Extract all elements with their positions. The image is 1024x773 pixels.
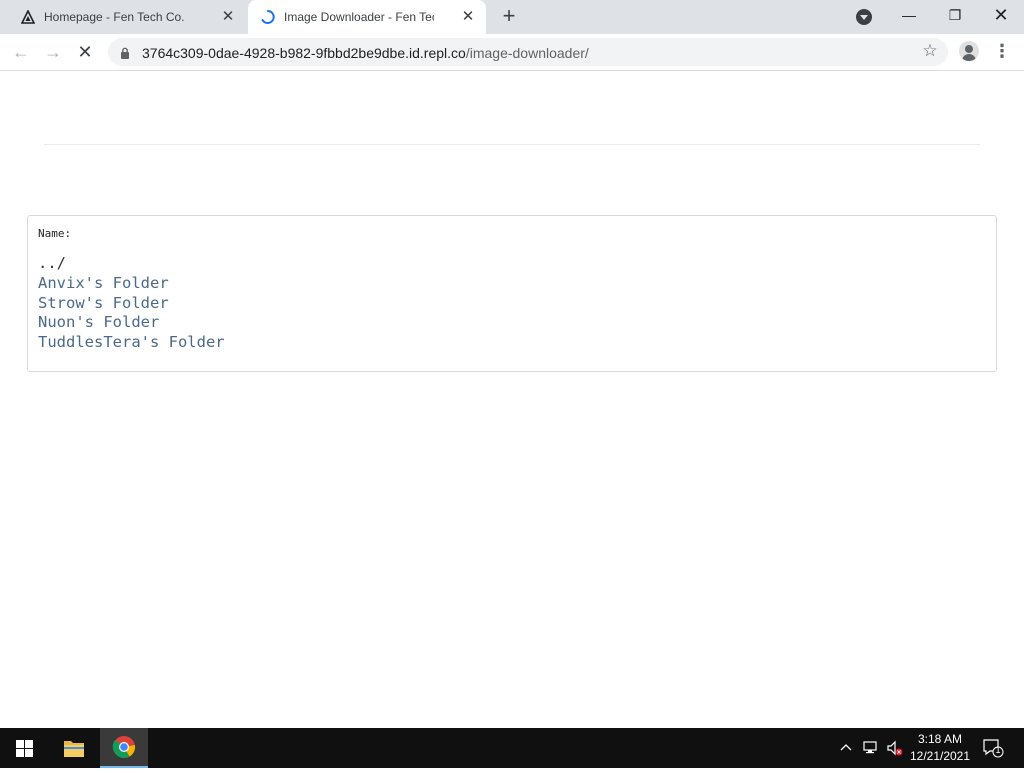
url-host: 3764c309-0dae-4928-b982-9fbbd2be9dbe.id.…: [142, 45, 466, 61]
close-tab-icon[interactable]: ✕: [220, 9, 236, 25]
fen-tech-logo-icon: [20, 9, 36, 25]
directory-listing: Name: ../ Anvix's Folder Strow's Folder …: [27, 215, 997, 372]
tab-image-downloader[interactable]: Image Downloader - Fen Tech Co. ✕: [248, 0, 486, 34]
name-column-header: Name:: [38, 227, 72, 240]
clock-time: 3:18 AM: [917, 732, 963, 746]
back-button[interactable]: ←: [10, 41, 32, 63]
windows-start-icon[interactable]: [0, 728, 48, 768]
address-bar[interactable]: 3764c309-0dae-4928-b982-9fbbd2be9dbe.id.…: [108, 38, 948, 66]
folder-link[interactable]: TuddlesTera's Folder: [38, 333, 225, 353]
windows-taskbar: 3:18 AM 12/21/2021 1: [0, 728, 1024, 768]
tab-homepage[interactable]: Homepage - Fen Tech Co. ✕: [8, 0, 246, 34]
restore-button[interactable]: ❐: [932, 0, 978, 30]
url-text[interactable]: 3764c309-0dae-4928-b982-9fbbd2be9dbe.id.…: [142, 45, 589, 61]
volume-muted-icon[interactable]: [886, 739, 904, 757]
tab-search-icon[interactable]: [856, 9, 872, 25]
folder-link[interactable]: Anvix's Folder: [38, 274, 225, 294]
folder-link[interactable]: Strow's Folder: [38, 294, 225, 314]
close-window-button[interactable]: ✕: [978, 0, 1024, 30]
listing-entries: ../ Anvix's Folder Strow's Folder Nuon's…: [38, 254, 225, 353]
clock-date: 12/21/2021: [909, 749, 971, 763]
tab-title: Homepage - Fen Tech Co.: [44, 10, 185, 24]
system-clock[interactable]: 3:18 AM 12/21/2021: [906, 731, 974, 765]
loading-spinner-icon: [260, 9, 276, 25]
notification-count: 1: [995, 745, 1001, 755]
divider: [44, 144, 980, 145]
browser-menu-icon[interactable]: ⋮: [993, 41, 1011, 61]
action-center-icon[interactable]: 1: [982, 738, 1004, 758]
page-content: Name: ../ Anvix's Folder Strow's Folder …: [0, 72, 1024, 728]
forward-button[interactable]: →: [42, 41, 64, 63]
tab-strip: Homepage - Fen Tech Co. ✕ Image Download…: [0, 0, 1024, 34]
chrome-icon[interactable]: [100, 728, 148, 768]
bookmark-star-icon[interactable]: ☆: [920, 41, 940, 61]
minimize-button[interactable]: —: [886, 0, 932, 30]
browser-toolbar: ← → ✕ 3764c309-0dae-4928-b982-9fbbd2be9d…: [0, 34, 1024, 71]
url-path: /image-downloader/: [465, 45, 589, 61]
show-hidden-icons-chevron-icon[interactable]: [838, 739, 854, 755]
network-icon[interactable]: [862, 739, 880, 757]
new-tab-button[interactable]: +: [498, 5, 520, 28]
profile-avatar-icon[interactable]: [959, 41, 979, 61]
lock-icon[interactable]: [120, 46, 130, 59]
stop-loading-button[interactable]: ✕: [74, 41, 96, 63]
tab-title: Image Downloader - Fen Tech Co.: [284, 10, 434, 24]
folder-link[interactable]: Nuon's Folder: [38, 313, 225, 333]
parent-directory-link[interactable]: ../: [38, 254, 225, 274]
file-explorer-icon[interactable]: [50, 728, 98, 768]
close-tab-icon[interactable]: ✕: [460, 9, 476, 25]
